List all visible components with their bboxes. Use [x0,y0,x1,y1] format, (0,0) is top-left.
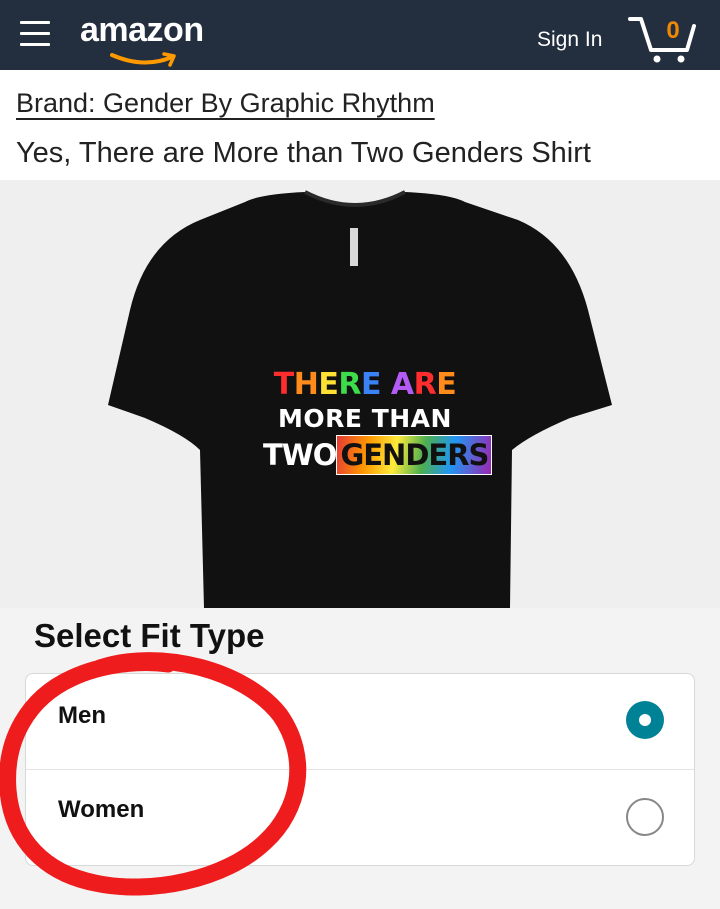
sign-in-link[interactable]: Sign In [537,28,602,52]
radio-unselected-icon[interactable] [626,798,664,836]
print-genders-text: GENDERS [336,435,493,475]
product-title: Yes, There are More than Two Genders Shi… [16,137,591,169]
logo-smile-icon [110,52,176,67]
print-letter: E [360,367,382,402]
print-letter: R [413,367,437,402]
print-letter: E [436,367,457,402]
print-two-text: TWO [263,438,337,472]
fit-type-heading: Select Fit Type [34,617,265,654]
fit-option-women[interactable]: Women [26,770,694,865]
shirt-print-graphic: THERE ARE MORE THAN TWO GENDERS [263,367,493,485]
fit-option-label: Women [58,796,145,823]
print-line-2: MORE THAN [278,404,452,433]
print-line-3: TWO GENDERS [263,435,493,475]
amazon-logo[interactable]: amazon [80,11,230,67]
fit-option-men[interactable]: Men [26,674,694,769]
print-letter: E [318,367,339,402]
logo-text: amazon [80,11,204,49]
cart-button[interactable]: 0 [627,12,697,64]
hamburger-menu-icon[interactable] [20,19,50,49]
print-letter: R [338,367,361,402]
brand-link[interactable]: Brand: Gender By Graphic Rhythm [16,88,435,119]
fit-option-label: Men [58,702,106,729]
cart-count-badge: 0 [666,17,680,44]
print-letter: A [390,367,414,402]
print-letter: H [293,367,319,402]
radio-selected-icon[interactable] [626,701,664,739]
print-line-1: THERE ARE [263,367,467,403]
print-letter: T [273,367,294,402]
